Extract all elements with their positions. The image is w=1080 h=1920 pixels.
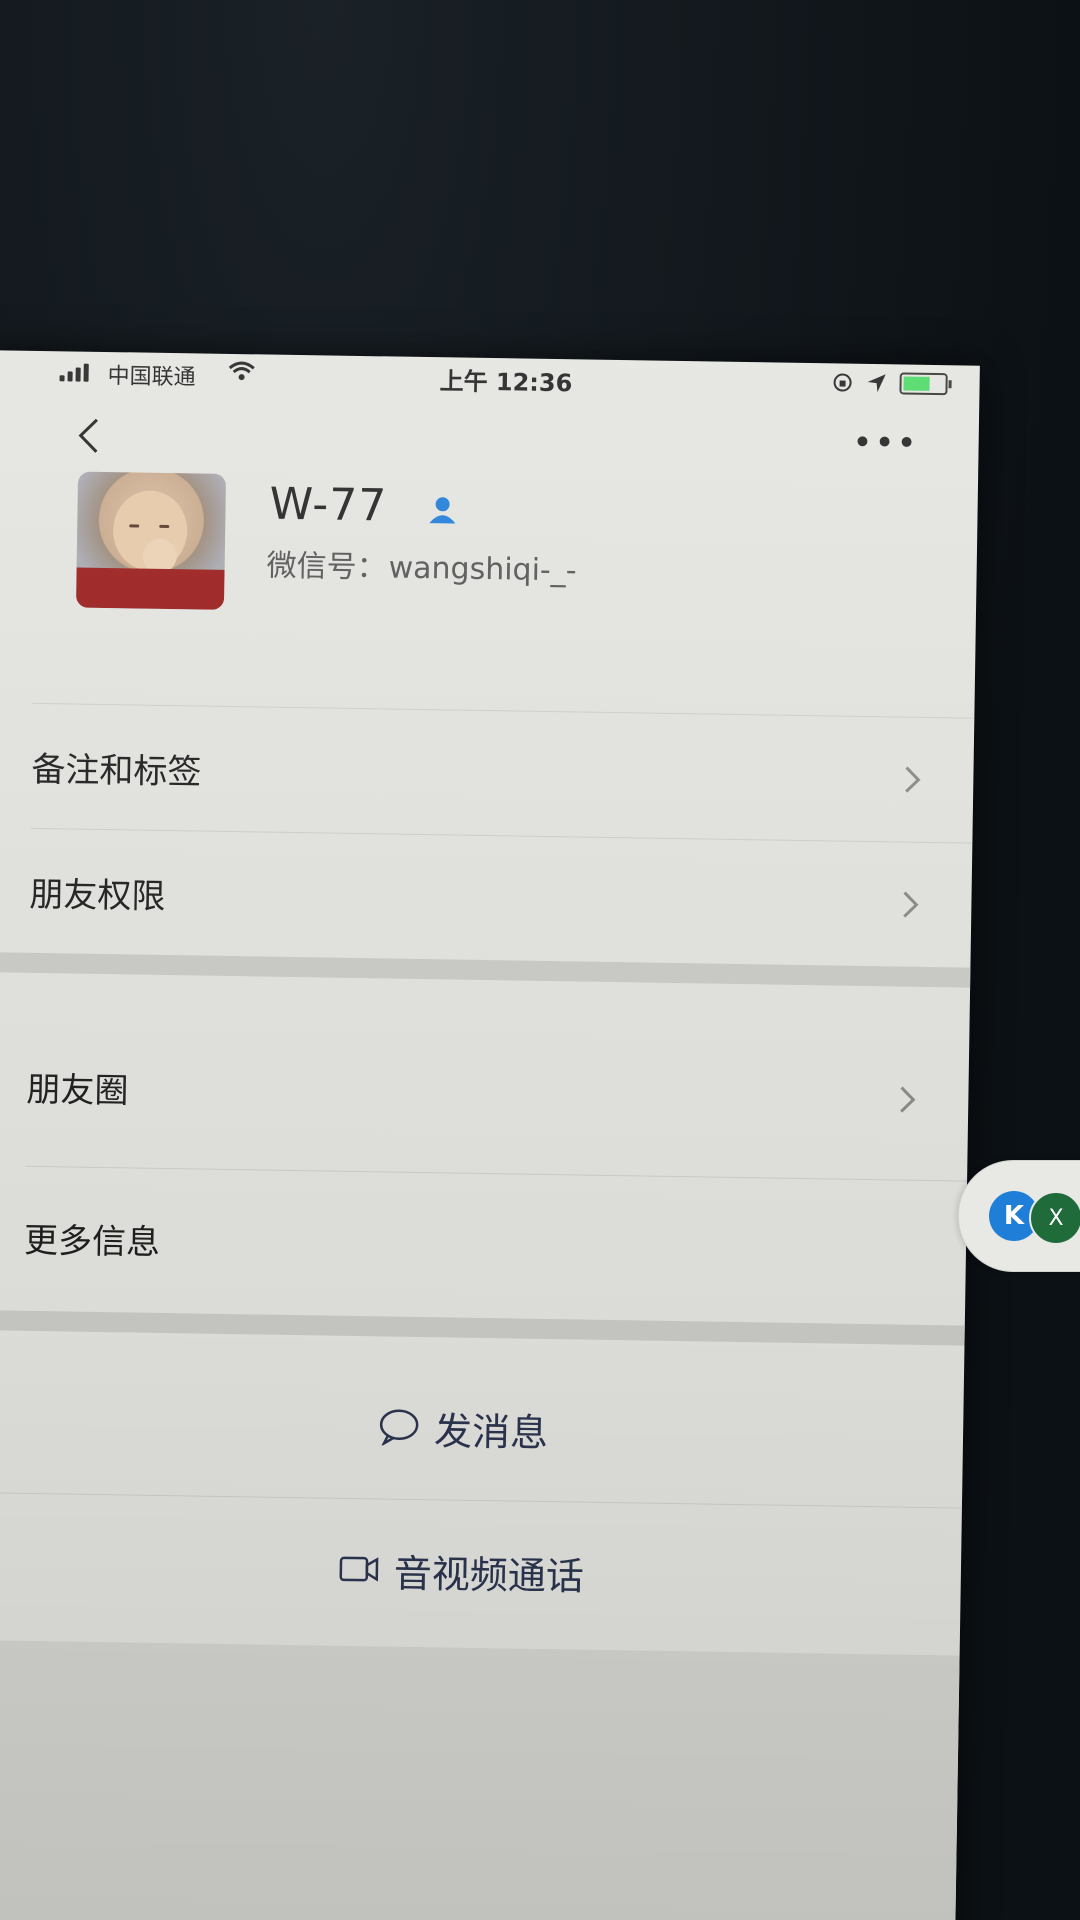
profile-header: W-77 微信号：wangshiqi-_- (0, 470, 978, 656)
rotation-lock-icon (833, 373, 852, 392)
avatar[interactable] (75, 471, 227, 610)
signal-icon (59, 361, 89, 382)
floating-app-x-icon[interactable]: X (1029, 1191, 1080, 1245)
send-message-button[interactable]: 发消息 (0, 1350, 964, 1506)
send-message-label: 发消息 (433, 1408, 549, 1455)
row-label: 朋友权限 (29, 874, 166, 917)
contact-name: W-77 (269, 478, 388, 532)
row-label: 朋友圈 (26, 1069, 129, 1111)
row-label: 备注和标签 (31, 749, 202, 793)
wechat-id-label: 微信号： (266, 548, 387, 586)
wifi-icon (228, 361, 255, 381)
status-time: 上午 12:36 (439, 367, 573, 398)
floating-bubble[interactable]: K X (958, 1160, 1080, 1272)
person-icon (429, 497, 456, 524)
more-options-button[interactable]: ••• (852, 423, 919, 464)
bottom-area (0, 1639, 960, 1920)
row-label: 更多信息 (23, 1220, 161, 1263)
carrier-label: 中国联通 (107, 364, 196, 391)
phone-screen: 中国联通 上午 12:36 ••• W-77 微信号：wangshiqi-_- … (0, 350, 980, 1920)
wechat-id-value: wangshiqi-_- (388, 550, 577, 589)
video-call-button[interactable]: 音视频通话 (0, 1493, 962, 1649)
status-icons (831, 371, 952, 396)
row-more-info[interactable]: 更多信息 (0, 1166, 967, 1322)
battery-icon (899, 372, 952, 396)
chevron-right-icon (905, 766, 921, 793)
wechat-id-line: 微信号：wangshiqi-_- (266, 541, 577, 590)
video-camera-icon (339, 1556, 379, 1582)
back-chevron-icon[interactable] (76, 416, 101, 456)
row-moments[interactable]: 朋友圈 (0, 1010, 970, 1176)
chat-bubble-icon (379, 1409, 419, 1447)
row-remark-tags[interactable]: 备注和标签 (0, 703, 974, 843)
chevron-right-icon (900, 1086, 916, 1113)
chevron-right-icon (903, 891, 919, 918)
photo-background: 中国联通 上午 12:36 ••• W-77 微信号：wangshiqi-_- … (0, 0, 1080, 1920)
location-icon (867, 374, 886, 393)
video-call-label: 音视频通话 (393, 1551, 585, 1599)
row-friend-permissions[interactable]: 朋友权限 (0, 828, 972, 968)
nav-bar: ••• (0, 398, 979, 484)
